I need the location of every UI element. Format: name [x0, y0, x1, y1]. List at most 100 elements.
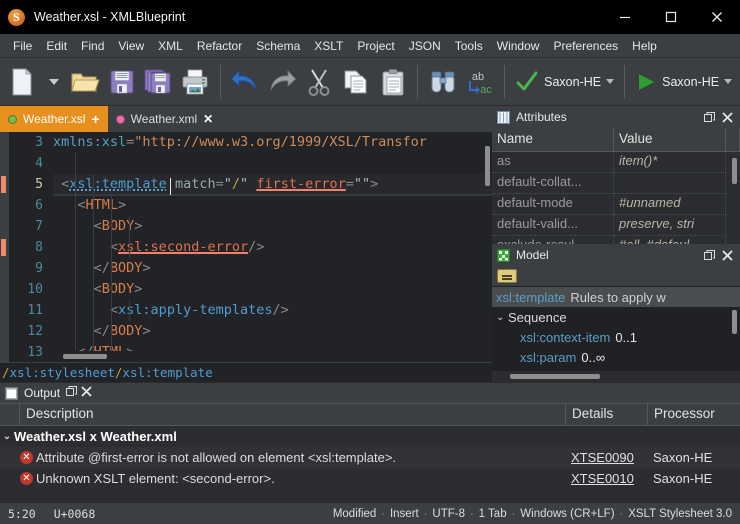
replace-button[interactable]: ab ac [461, 60, 498, 104]
status-encoding[interactable]: UTF-8 [432, 508, 465, 520]
copy-button[interactable] [338, 60, 375, 104]
model-horizontal-scrollbar[interactable] [492, 371, 740, 382]
indent-guide [93, 174, 94, 362]
editor-vertical-scrollbar[interactable] [485, 146, 490, 186]
tab-close-icon[interactable]: ✕ [203, 113, 213, 125]
attributes-vertical-scrollbar[interactable] [732, 158, 737, 184]
attributes-grid-icon [497, 110, 510, 124]
model-horizontal-scroll-thumb[interactable] [510, 374, 600, 379]
list-item[interactable]: xsl:template Rules to apply w [492, 287, 740, 307]
save-all-button[interactable] [140, 60, 177, 104]
table-row[interactable]: exclude-resul... #all, #defaul [492, 236, 740, 244]
open-file-button[interactable] [66, 60, 103, 104]
tab-weather-xml[interactable]: Weather.xml ✕ [108, 106, 222, 132]
validate-button[interactable]: Saxon-HE [511, 60, 618, 104]
editor-horizontal-scroll-thumb[interactable] [63, 354, 107, 359]
list-item[interactable]: xsl:param 0..∞ [492, 347, 740, 367]
column-header-value[interactable]: Value [614, 128, 726, 151]
output-details-link[interactable]: XTSE0090 [566, 450, 648, 465]
error-marker-line-8[interactable] [1, 239, 6, 256]
breadcrumb-segment-stylesheet[interactable]: xsl:stylesheet [10, 365, 115, 380]
breadcrumb-segment-template[interactable]: xsl:template [122, 365, 212, 380]
new-file-button[interactable] [4, 60, 41, 104]
output-group-label: Weather.xsl x Weather.xml [14, 429, 177, 444]
line-number: 4 [35, 156, 43, 171]
menu-item-xml[interactable]: XML [151, 36, 190, 56]
table-row[interactable]: as item()* [492, 152, 740, 173]
status-insert-mode[interactable]: Insert [390, 508, 419, 520]
list-item[interactable]: xsl:context-item 0..1 [492, 327, 740, 347]
error-gutter[interactable] [0, 132, 9, 362]
menu-item-preferences[interactable]: Preferences [546, 36, 625, 56]
menu-item-tools[interactable]: Tools [448, 36, 490, 56]
cut-button[interactable] [301, 60, 338, 104]
list-item[interactable]: ⌄ Sequence [492, 307, 740, 327]
menu-item-file[interactable]: File [6, 36, 39, 56]
status-indentation[interactable]: 1 Tab [479, 508, 507, 520]
menu-item-schema[interactable]: Schema [249, 36, 307, 56]
column-header-name[interactable]: Name [492, 128, 614, 151]
validate-dropdown-chevron-down-icon[interactable] [606, 79, 615, 84]
column-header-processor[interactable]: Processor [648, 404, 740, 425]
status-separator: · [619, 507, 624, 520]
close-icon[interactable] [722, 111, 733, 123]
breadcrumb[interactable]: / xsl:stylesheet / xsl:template [0, 362, 492, 382]
table-row[interactable]: ✕ Attribute @first-error is not allowed … [0, 447, 740, 468]
chevron-down-icon[interactable]: ⌄ [0, 431, 14, 442]
menu-item-find[interactable]: Find [74, 36, 111, 56]
code-text-area[interactable]: xmlns:xsl="http://www.w3.org/1999/XSL/Tr… [49, 132, 492, 362]
table-row[interactable]: ✕ Unknown XSLT element: <second-error>. … [0, 468, 740, 489]
table-row[interactable]: default-collat... [492, 173, 740, 194]
menu-item-xslt[interactable]: XSLT [307, 36, 350, 56]
menu-item-refactor[interactable]: Refactor [190, 36, 249, 56]
float-panel-icon[interactable] [704, 249, 715, 261]
chevron-down-icon[interactable]: ⌄ [496, 312, 508, 323]
status-line-endings[interactable]: Windows (CR+LF) [520, 508, 614, 520]
minimize-icon[interactable] [602, 0, 648, 34]
tab-weather-xsl-label: Weather.xsl [23, 112, 86, 126]
model-filter-button[interactable] [497, 269, 517, 283]
new-file-dropdown[interactable] [41, 60, 66, 104]
undo-button[interactable] [227, 60, 264, 104]
menu-item-help[interactable]: Help [625, 36, 664, 56]
title-bar: S Weather.xsl - XMLBlueprint [0, 0, 740, 34]
close-icon[interactable] [81, 386, 93, 397]
error-marker-line-5[interactable] [1, 176, 6, 193]
tab-add-icon[interactable]: + [91, 112, 99, 126]
model-vertical-scrollbar[interactable] [732, 310, 737, 334]
output-group-row[interactable]: ⌄ Weather.xsl x Weather.xml [0, 426, 740, 447]
table-row[interactable]: default-mode #unnamed [492, 194, 740, 215]
attributes-grid[interactable]: Name Value as item()* default-collat... … [492, 128, 740, 244]
output-panel: Output Description Details Processor ⌄ W… [0, 382, 740, 502]
find-button[interactable] [424, 60, 461, 104]
column-header-description[interactable]: Description [20, 404, 566, 425]
status-modified[interactable]: Modified [333, 508, 376, 520]
output-grid[interactable]: Description Details Processor ⌄ Weather.… [0, 403, 740, 502]
model-tree[interactable]: xsl:template Rules to apply w ⌄ Sequence… [492, 286, 740, 382]
transform-dropdown-chevron-down-icon[interactable] [724, 79, 733, 84]
paste-button[interactable] [374, 60, 411, 104]
close-icon[interactable] [694, 0, 740, 34]
menu-item-project[interactable]: Project [350, 36, 401, 56]
redo-button[interactable] [264, 60, 301, 104]
menu-item-edit[interactable]: Edit [39, 36, 74, 56]
tab-weather-xsl[interactable]: Weather.xsl + [0, 106, 108, 132]
output-details-link[interactable]: XTSE0010 [566, 471, 648, 486]
menu-item-window[interactable]: Window [490, 36, 547, 56]
float-panel-icon[interactable] [66, 386, 78, 397]
status-document-type[interactable]: XSLT Stylesheet 3.0 [628, 508, 732, 520]
close-icon[interactable] [722, 249, 733, 261]
float-panel-icon[interactable] [704, 111, 715, 123]
menu-item-json[interactable]: JSON [402, 36, 448, 56]
indent-guide [111, 195, 112, 362]
output-processor: Saxon-HE [653, 450, 713, 465]
transform-button[interactable]: Saxon-HE [631, 60, 736, 104]
column-header-details[interactable]: Details [566, 404, 648, 425]
editor-horizontal-scrollbar[interactable] [49, 351, 492, 362]
table-row[interactable]: default-valid... preserve, stri [492, 215, 740, 236]
print-button[interactable] [177, 60, 214, 104]
maximize-icon[interactable] [648, 0, 694, 34]
code-editor[interactable]: 3 4 5 6 7 8 9 10 11 12 13 xmlns:xsl="htt… [0, 132, 492, 362]
save-button[interactable] [103, 60, 140, 104]
menu-item-view[interactable]: View [111, 36, 151, 56]
